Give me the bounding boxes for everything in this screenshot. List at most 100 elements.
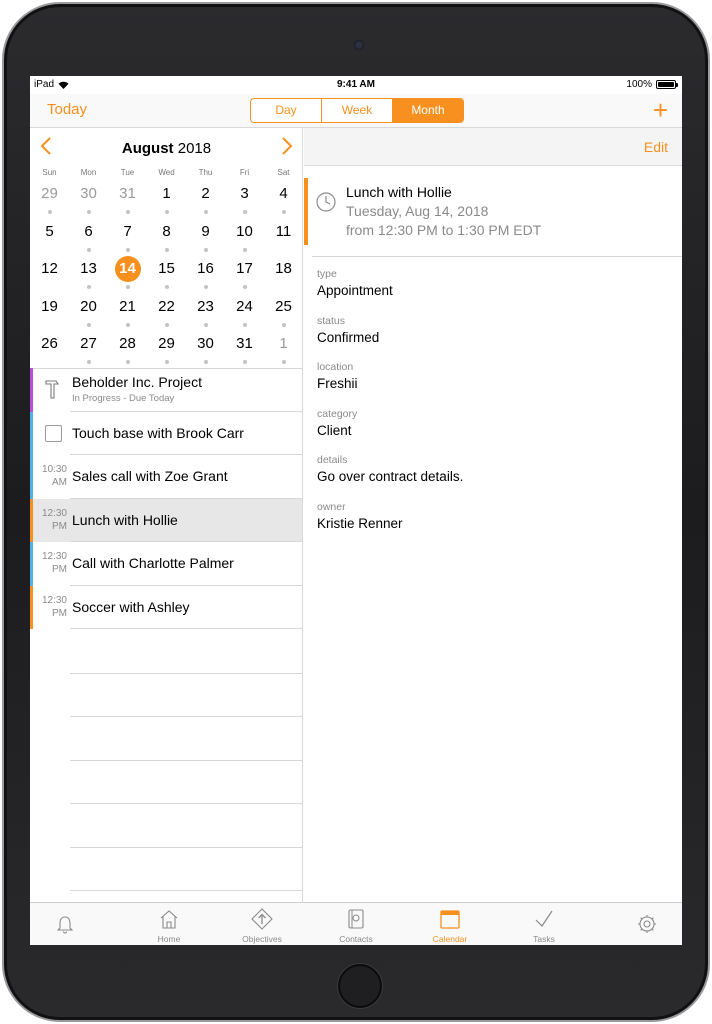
segment-week[interactable]: Week: [322, 99, 393, 122]
calendar-day[interactable]: 6: [69, 219, 108, 257]
segment-month[interactable]: Month: [393, 99, 463, 122]
empty-row-divider: [70, 846, 302, 848]
calendar-day[interactable]: 9: [186, 219, 225, 257]
status-time: 9:41 AM: [337, 79, 375, 90]
event-dot: [242, 247, 247, 252]
tab-home[interactable]: Home: [134, 903, 204, 945]
tab-tasks[interactable]: Tasks: [509, 903, 579, 945]
calendar-day[interactable]: 25: [264, 294, 302, 332]
agenda-time: 10:30 AM: [41, 464, 67, 488]
agenda-row[interactable]: 12:30 PM Soccer with Ashley: [30, 585, 302, 629]
calendar-day[interactable]: 22: [147, 294, 186, 332]
day-number: 10: [236, 222, 253, 240]
calendar-day[interactable]: 28: [108, 331, 147, 369]
calendar-day[interactable]: 29: [147, 331, 186, 369]
agenda-row[interactable]: 12:30 PM Lunch with Hollie: [30, 498, 302, 542]
calendar-day[interactable]: 12: [30, 256, 69, 294]
event-dot: [125, 247, 130, 252]
event-dot: [203, 285, 208, 289]
field-value: Freshii: [317, 376, 358, 391]
day-number: 30: [197, 335, 214, 352]
calendar-day[interactable]: 31: [108, 181, 147, 219]
bell-icon: [56, 916, 74, 934]
agenda-time: 12:30 PM: [41, 551, 67, 575]
event-color-bar: [304, 178, 308, 245]
calendar-day[interactable]: 15: [147, 256, 186, 294]
calendar-day[interactable]: 2: [186, 181, 225, 219]
calendar-day[interactable]: 24: [225, 294, 264, 332]
event-dot: [125, 210, 130, 214]
day-number: 24: [236, 297, 253, 315]
calendar-day[interactable]: 18: [264, 256, 302, 294]
day-number: 20: [80, 297, 97, 315]
agenda-row[interactable]: Touch base with Brook Carr: [30, 411, 302, 455]
event-dot: [242, 322, 247, 327]
tab-bell[interactable]: [30, 903, 100, 945]
calendar-day[interactable]: 16: [186, 256, 225, 294]
day-number: 29: [41, 185, 58, 202]
agenda-row[interactable]: 10:30 AM Sales call with Zoe Grant: [30, 455, 302, 499]
calendar-day[interactable]: 23: [186, 294, 225, 332]
calendar-day[interactable]: 8: [147, 219, 186, 257]
calendar-day[interactable]: 3: [225, 181, 264, 219]
screen: iPad 9:41 AM 100% Today Day Week Month +…: [30, 76, 682, 945]
agenda-color-bar: [30, 498, 33, 542]
calendar-day[interactable]: 10: [225, 219, 264, 257]
tab-label: Calendar: [432, 934, 468, 944]
detail-field: owner Kristie Renner: [317, 501, 677, 531]
edit-button[interactable]: Edit: [644, 139, 668, 155]
event-dot: [86, 210, 91, 214]
calendar-day[interactable]: 29: [30, 181, 69, 219]
calendar-day[interactable]: 21: [108, 294, 147, 332]
calendar-day[interactable]: 27: [69, 331, 108, 369]
agenda-title: Touch base with Brook Carr: [72, 424, 244, 441]
calendar-day[interactable]: 19: [30, 294, 69, 332]
home-button[interactable]: [338, 964, 382, 1008]
tab-gear[interactable]: [612, 903, 682, 945]
calendar-day[interactable]: 30: [69, 181, 108, 219]
calendar-day[interactable]: 4: [264, 181, 302, 219]
calendar-day[interactable]: 13: [69, 256, 108, 294]
tab-label: Home: [157, 934, 181, 944]
empty-row-divider: [70, 759, 302, 761]
calendar-day[interactable]: 7: [108, 219, 147, 257]
calendar-header: August 2018: [30, 128, 302, 168]
tab-contacts[interactable]: Contacts: [321, 903, 391, 945]
field-value: Client: [317, 422, 352, 438]
calendar-day-today[interactable]: 14: [108, 256, 147, 294]
tab-calendar[interactable]: Calendar: [415, 903, 485, 945]
agenda-row[interactable]: Beholder Inc. Project In Progress - Due T…: [30, 368, 302, 412]
agenda-color-bar: [30, 411, 33, 455]
day-number: 26: [41, 335, 58, 352]
month-title: August 2018: [121, 140, 212, 157]
segment-day[interactable]: Day: [251, 99, 322, 122]
weekday-label: Mon: [80, 168, 97, 177]
calendar-day[interactable]: 20: [69, 294, 108, 332]
tab-objectives[interactable]: Objectives: [227, 903, 297, 945]
day-number: 4: [279, 185, 288, 202]
calendar-day[interactable]: 1: [264, 331, 302, 369]
agenda-time: 12:30 PM: [41, 507, 67, 532]
calendar-day[interactable]: 5: [30, 219, 69, 257]
event-dot: [242, 360, 247, 364]
field-label: status: [317, 314, 346, 327]
agenda-row[interactable]: 12:30 PM Call with Charlotte Palmer: [30, 542, 302, 586]
today-button[interactable]: Today: [47, 101, 87, 118]
calendar-day[interactable]: 1: [147, 181, 186, 219]
hammer-icon: [45, 380, 60, 399]
calendar-day[interactable]: 31: [225, 331, 264, 369]
calendar-day[interactable]: 17: [225, 256, 264, 294]
calendar-day[interactable]: 30: [186, 331, 225, 369]
calendar-day[interactable]: 26: [30, 331, 69, 369]
day-number: 11: [275, 222, 292, 240]
task-checkbox[interactable]: [45, 424, 62, 442]
day-number: 16: [197, 260, 214, 277]
day-number: 9: [201, 222, 210, 240]
add-button[interactable]: +: [653, 95, 668, 125]
event-dot: [203, 360, 208, 364]
event-summary: Lunch with Hollie Tuesday, Aug 14, 2018 …: [304, 178, 682, 245]
empty-row-divider: [70, 716, 302, 717]
next-month-button[interactable]: [281, 136, 293, 162]
calendar-day[interactable]: 11: [264, 219, 302, 257]
event-date: Tuesday, Aug 14, 2018: [346, 203, 489, 219]
